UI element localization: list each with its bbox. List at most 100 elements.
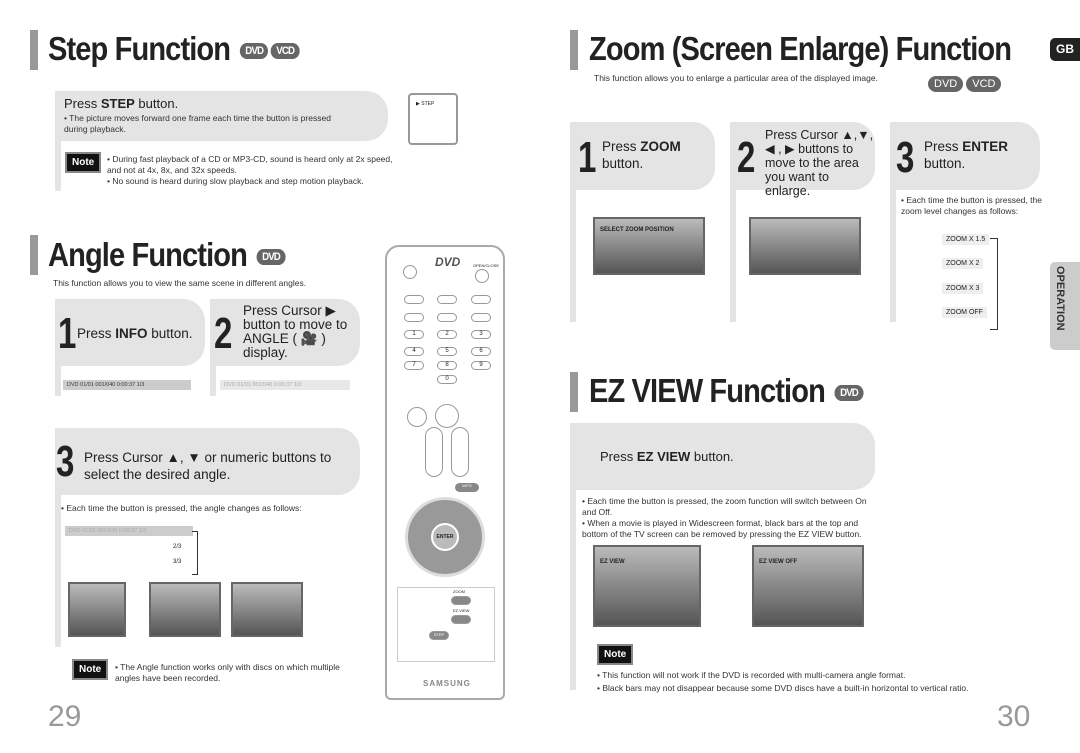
- step-screen: ▶ STEP: [408, 93, 458, 145]
- num-7[interactable]: 7: [404, 361, 424, 370]
- zoom-step3-text: Press ENTER button.: [924, 139, 1009, 171]
- badge-dvd: DVD: [256, 249, 286, 266]
- angle-note: • The Angle function works only with dis…: [115, 662, 340, 683]
- note-label: Note: [597, 644, 634, 665]
- angle-step1-text: Press INFO button.: [77, 326, 193, 341]
- divider: [55, 366, 61, 396]
- zoom-level-4: ZOOM OFF: [942, 307, 987, 318]
- aux-button[interactable]: [471, 295, 491, 304]
- operation-tab: OPERATION: [1050, 262, 1080, 350]
- zoom-level-2: ZOOM X 2: [942, 258, 984, 269]
- ezview-button[interactable]: [451, 615, 471, 624]
- angle-title: Angle Function DVD: [48, 236, 286, 274]
- step-number: 3: [896, 133, 915, 182]
- tuning-rocker[interactable]: [451, 427, 469, 477]
- open-close-label: OPEN/CLOSE: [473, 263, 500, 268]
- mirror-button[interactable]: [437, 313, 457, 322]
- note-label: Note: [65, 152, 102, 173]
- dvd-button[interactable]: [437, 295, 457, 304]
- divider: [570, 490, 576, 690]
- angle-subtitle: This function allows you to view the sam…: [53, 278, 307, 288]
- badge-vcd: VCD: [966, 75, 1002, 92]
- page-number: 29: [48, 700, 82, 733]
- dvd-logo: DVD: [435, 255, 461, 269]
- ezview-image-off: EZ VIEW OFF: [752, 545, 864, 627]
- step-number: 1: [58, 309, 77, 358]
- step-button[interactable]: STEP: [429, 631, 449, 640]
- title-bar: [570, 372, 578, 412]
- num-1[interactable]: 1: [404, 330, 424, 339]
- step-number: 2: [214, 309, 233, 358]
- divider: [890, 190, 896, 322]
- info-button[interactable]: INFO: [455, 483, 479, 492]
- ezview-instruction: Press EZ VIEW button.: [600, 449, 734, 464]
- gb-badge: GB: [1050, 38, 1080, 61]
- angle-step3-text: Press Cursor ▲, ▼ or numeric buttons to …: [84, 450, 332, 482]
- divider: [210, 366, 216, 396]
- function-panel: [397, 587, 495, 662]
- zoom-bullet: • Each time the button is pressed, the z…: [901, 195, 1042, 216]
- num-3[interactable]: 3: [471, 330, 491, 339]
- ezview-title: EZ VIEW Function DVD: [589, 372, 864, 410]
- zoom-image-2: [749, 217, 861, 275]
- ezview-bullet-2: • When a movie is played in Widescreen f…: [582, 518, 862, 539]
- step-number: 1: [578, 133, 597, 182]
- angle-info-bar: DVD 01/01 001/040 0:00:37 1/3: [65, 526, 193, 536]
- usb-button[interactable]: [404, 313, 424, 322]
- info-bar: DVD 01/01 001/040 0:00:37 1/3: [63, 380, 191, 390]
- title-bar: [570, 30, 578, 70]
- zoom-subtitle: This function allows you to enlarge a pa…: [594, 73, 878, 83]
- divider: [55, 141, 61, 191]
- title-bar: [30, 30, 38, 70]
- num-8[interactable]: 8: [437, 361, 457, 370]
- num-6[interactable]: 6: [471, 347, 491, 356]
- num-5[interactable]: 5: [437, 347, 457, 356]
- ezview-note-1: • This function will not work if the DVD…: [597, 670, 906, 680]
- angle-image-1: [68, 582, 126, 637]
- divider: [55, 495, 61, 647]
- step-number: 3: [56, 437, 75, 486]
- angle-2-3: 2/3: [173, 544, 182, 550]
- page-number: 30: [997, 700, 1031, 733]
- angle-3-3: 3/3: [173, 559, 182, 565]
- zoom-badges: DVD VCD: [925, 75, 1002, 93]
- step-title: Step Function DVD VCD: [48, 30, 300, 68]
- samsung-logo: SAMSUNG: [423, 679, 471, 688]
- cycle-arrow: [192, 531, 198, 575]
- ezview-label: EZ VIEW: [453, 608, 470, 613]
- zoom-step2-text: Press Cursor ▲,▼, ◀ , ▶ buttons to move …: [765, 128, 874, 198]
- zoom-step1-text: Press ZOOM button.: [602, 139, 681, 171]
- angle-image-3: [231, 582, 303, 637]
- enter-button[interactable]: ENTER: [431, 523, 459, 551]
- zoom-level-1: ZOOM X 1.5: [942, 234, 990, 245]
- open-close-button[interactable]: [475, 269, 489, 283]
- ezview-note-2: • Black bars may not disappear because s…: [597, 683, 969, 693]
- note-label: Note: [72, 659, 109, 680]
- step-note-1: • During fast playback of a CD or MP3-CD…: [107, 154, 393, 175]
- zoom-button[interactable]: [451, 596, 471, 605]
- band-button[interactable]: [404, 295, 424, 304]
- badge-dvd: DVD: [834, 385, 864, 402]
- remote-control: DVD OPEN/CLOSE 123 456 789 0 INFO ENTER …: [385, 245, 505, 700]
- divider: [570, 190, 576, 322]
- play-button[interactable]: [435, 404, 459, 428]
- step-instruction: Press STEP button.: [64, 96, 179, 111]
- divider: [730, 190, 736, 322]
- num-9[interactable]: 9: [471, 361, 491, 370]
- num-4[interactable]: 4: [404, 347, 424, 356]
- volume-rocker[interactable]: [425, 427, 443, 477]
- angle-step2-text: Press Cursor ▶ button to move to ANGLE (…: [243, 303, 348, 360]
- step-number: 2: [737, 133, 756, 182]
- prev-button[interactable]: [407, 407, 427, 427]
- num-2[interactable]: 2: [437, 330, 457, 339]
- angle-bullet: • Each time the button is pressed, the a…: [61, 503, 302, 513]
- badge-dvd: DVD: [928, 75, 964, 92]
- repeat-button[interactable]: [471, 313, 491, 322]
- zoom-title: Zoom (Screen Enlarge) Function: [589, 30, 1012, 67]
- info-bar-dim: DVD 01/01 001/040 0:00:37 1/3: [220, 380, 350, 390]
- badge-vcd: VCD: [270, 43, 300, 60]
- num-0[interactable]: 0: [437, 375, 457, 384]
- zoom-label: ZOOM: [453, 589, 465, 594]
- zoom-level-3: ZOOM X 3: [942, 283, 984, 294]
- power-button[interactable]: [403, 265, 417, 279]
